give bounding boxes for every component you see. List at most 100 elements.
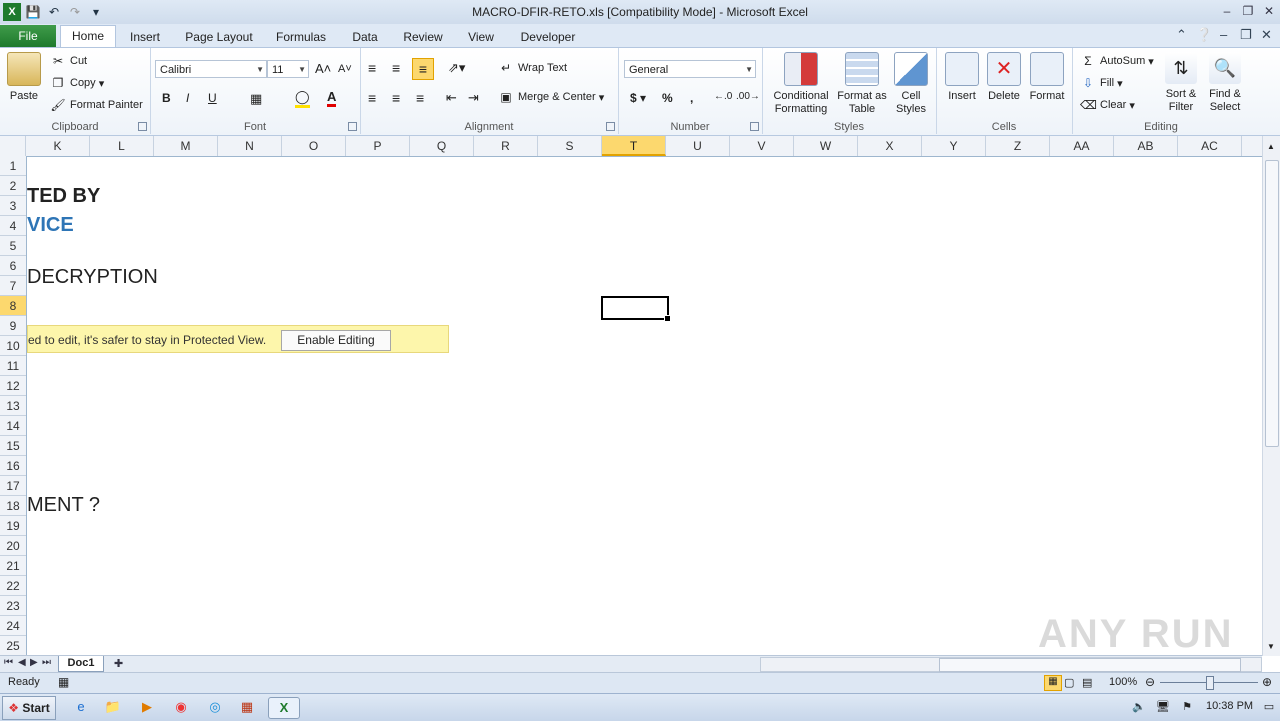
font-launcher-icon[interactable] — [348, 122, 357, 131]
orientation-icon[interactable]: ⇗▾ — [448, 60, 465, 76]
next-sheet-icon[interactable]: ▶ — [30, 657, 38, 668]
currency-button[interactable]: $ ▾ — [630, 91, 646, 105]
row-header[interactable]: 23 — [0, 596, 26, 616]
show-desktop-icon[interactable]: ▭ — [1256, 697, 1280, 717]
align-right-icon[interactable]: ≡ — [416, 90, 424, 106]
prev-sheet-icon[interactable]: ◀ — [18, 657, 26, 668]
row-header[interactable]: 18 — [0, 496, 26, 516]
zoom-slider-thumb[interactable] — [1206, 676, 1214, 690]
folder-icon[interactable]: 📁 — [100, 697, 126, 717]
worksheet-area[interactable] — [27, 157, 1262, 655]
row-header[interactable]: 3 — [0, 196, 26, 216]
column-header[interactable]: T — [602, 136, 666, 156]
column-header[interactable]: AC — [1178, 136, 1242, 156]
column-header[interactable]: X — [858, 136, 922, 156]
tab-home[interactable]: Home — [60, 25, 116, 48]
start-button[interactable]: ❖ Start — [2, 696, 56, 720]
conditional-formatting-button[interactable]: Conditional Formatting — [768, 52, 834, 116]
column-header[interactable]: U — [666, 136, 730, 156]
column-header[interactable]: W — [794, 136, 858, 156]
page-break-view-icon[interactable]: ▤ — [1082, 676, 1092, 689]
cut-button[interactable]: ✂ Cut — [50, 54, 87, 68]
row-header[interactable]: 1 — [0, 156, 26, 176]
row-header[interactable]: 8 — [0, 296, 26, 316]
row-header[interactable]: 9 — [0, 316, 26, 336]
macro-record-icon[interactable]: ▦ — [58, 675, 69, 689]
row-header[interactable]: 22 — [0, 576, 26, 596]
row-header[interactable]: 4 — [0, 216, 26, 236]
delete-cells-button[interactable]: ✕ Delete — [984, 52, 1024, 103]
volume-icon[interactable]: 🔈 — [1126, 697, 1152, 717]
ribbon-minimize-icon[interactable]: ⌃ — [1176, 27, 1187, 43]
italic-button[interactable]: I — [186, 91, 189, 105]
column-header[interactable]: AB — [1114, 136, 1178, 156]
row-header[interactable]: 10 — [0, 336, 26, 356]
tab-page-layout[interactable]: Page Layout — [180, 27, 258, 47]
decrease-decimal-icon[interactable]: .00→ — [736, 91, 760, 102]
copy-button[interactable]: ❐ Copy ▾ — [50, 76, 105, 90]
row-header[interactable]: 6 — [0, 256, 26, 276]
row-header[interactable]: 16 — [0, 456, 26, 476]
column-header[interactable]: AA — [1050, 136, 1114, 156]
vertical-scrollbar[interactable]: ▲ ▼ — [1262, 136, 1280, 656]
media-player-icon[interactable]: ▶ — [134, 697, 160, 717]
insert-sheet-icon[interactable]: ✚ — [114, 657, 123, 670]
tab-developer[interactable]: Developer — [514, 27, 582, 47]
paste-button[interactable]: Paste — [6, 52, 42, 103]
tab-formulas[interactable]: Formulas — [270, 27, 332, 47]
format-painter-button[interactable]: 🖌 Format Painter — [50, 98, 142, 112]
decrease-indent-icon[interactable]: ⇤ — [446, 90, 457, 106]
row-header[interactable]: 21 — [0, 556, 26, 576]
vertical-scroll-thumb[interactable] — [1265, 160, 1279, 447]
excel-taskbar-icon[interactable]: X — [268, 697, 300, 719]
doc-close-icon[interactable]: ✕ — [1261, 27, 1272, 43]
column-header[interactable]: V — [730, 136, 794, 156]
taskbar-clock[interactable]: 10:38 PM — [1206, 700, 1253, 712]
column-header[interactable]: M — [154, 136, 218, 156]
zoom-level[interactable]: 100% — [1109, 676, 1137, 688]
row-header[interactable]: 17 — [0, 476, 26, 496]
column-header[interactable]: Q — [410, 136, 474, 156]
ie-icon[interactable]: e — [68, 697, 94, 717]
underline-button[interactable]: U — [208, 91, 217, 105]
grow-font-icon[interactable]: A˄ — [315, 61, 331, 76]
sheet-tab-doc1[interactable]: Doc1 — [58, 656, 104, 672]
zoom-out-icon[interactable]: ⊖ — [1145, 675, 1155, 689]
column-header[interactable]: Z — [986, 136, 1050, 156]
font-name-select[interactable]: Calibri ▼ — [155, 60, 267, 78]
doc-restore-icon[interactable]: ❐ — [1240, 27, 1252, 43]
column-header[interactable]: L — [90, 136, 154, 156]
column-header[interactable]: N — [218, 136, 282, 156]
tab-data[interactable]: Data — [344, 27, 386, 47]
row-header[interactable]: 12 — [0, 376, 26, 396]
number-launcher-icon[interactable] — [750, 122, 759, 131]
row-header[interactable]: 14 — [0, 416, 26, 436]
chrome-icon[interactable]: ◉ — [168, 697, 194, 717]
restore-icon[interactable]: ❐ — [1238, 3, 1258, 19]
cell-styles-button[interactable]: Cell Styles — [890, 52, 932, 116]
align-center-icon[interactable]: ≡ — [392, 90, 400, 106]
merge-center-button[interactable]: ▣ Merge & Center ▾ — [498, 90, 604, 104]
scroll-down-icon[interactable]: ▼ — [1267, 642, 1275, 651]
tab-review[interactable]: Review — [398, 27, 448, 47]
column-header[interactable]: O — [282, 136, 346, 156]
align-bottom-icon[interactable]: ≡ — [412, 58, 434, 80]
row-header[interactable]: 13 — [0, 396, 26, 416]
normal-view-icon[interactable]: ▦ — [1044, 675, 1062, 691]
bold-button[interactable]: B — [162, 91, 171, 105]
network-icon[interactable]: 🖥 — [1150, 697, 1176, 717]
clear-button[interactable]: ⌫ Clear ▾ — [1080, 98, 1135, 112]
increase-decimal-icon[interactable]: ←.0 — [714, 91, 732, 102]
first-sheet-icon[interactable]: ⏮ — [4, 657, 13, 668]
percent-button[interactable]: % — [662, 91, 673, 105]
column-header[interactable]: R — [474, 136, 538, 156]
column-header[interactable]: Y — [922, 136, 986, 156]
align-left-icon[interactable]: ≡ — [368, 90, 376, 106]
page-layout-view-icon[interactable]: ▢ — [1064, 676, 1074, 689]
active-cell-T8[interactable] — [601, 296, 671, 322]
last-sheet-icon[interactable]: ⏭ — [42, 657, 51, 668]
tab-view[interactable]: View — [460, 27, 502, 47]
row-header[interactable]: 15 — [0, 436, 26, 456]
zoom-in-icon[interactable]: ⊕ — [1262, 675, 1272, 689]
format-as-table-button[interactable]: Format as Table — [836, 52, 888, 116]
